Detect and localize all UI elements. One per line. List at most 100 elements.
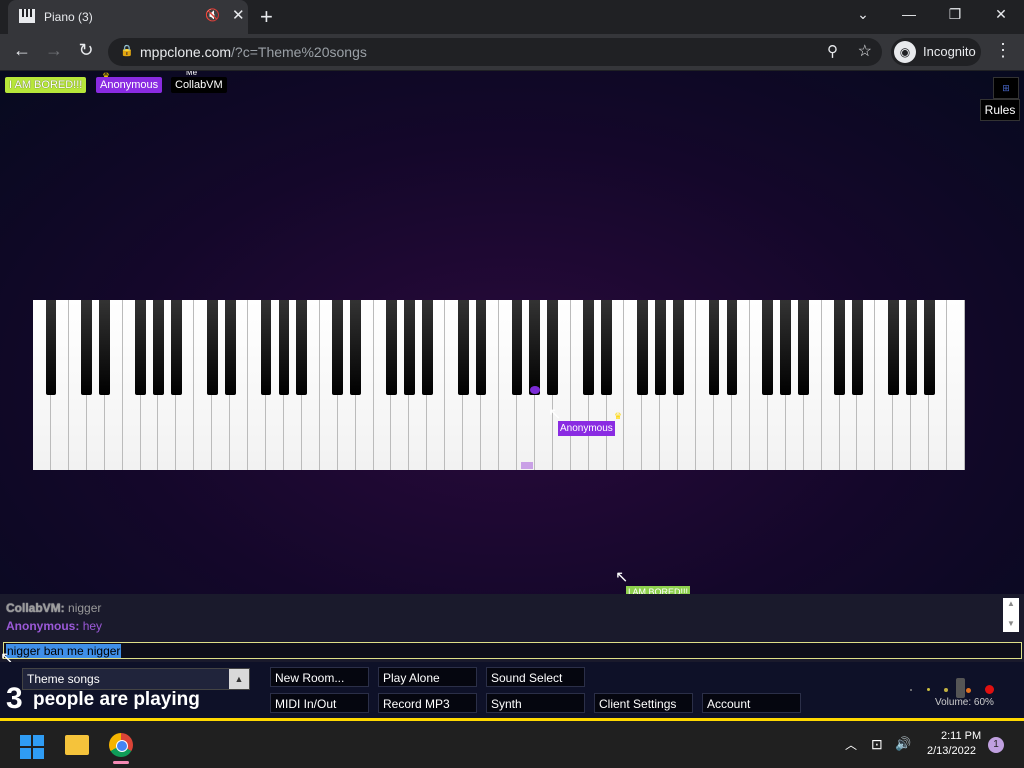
piano-black-key[interactable] <box>332 300 344 395</box>
piano-black-key[interactable] <box>708 300 720 395</box>
scroll-down-icon[interactable]: ▼ <box>1007 619 1015 628</box>
minimize-icon[interactable]: — <box>894 6 924 22</box>
incognito-icon: ◉ <box>894 41 916 63</box>
clock-date[interactable]: 2/13/2022 <box>927 745 976 757</box>
piano-black-key[interactable] <box>511 300 523 395</box>
piano-black-key[interactable] <box>762 300 774 395</box>
piano-black-key[interactable] <box>887 300 899 395</box>
piano-black-key[interactable] <box>475 300 487 395</box>
clock-time[interactable]: 2:11 PM <box>941 730 981 742</box>
windows-start-icon[interactable] <box>20 735 44 759</box>
room-select[interactable]: Theme songs ▲ <box>22 668 250 690</box>
reload-icon[interactable]: ↻ <box>73 40 99 61</box>
magnifier-icon[interactable]: ⚲ <box>827 42 838 60</box>
chat-text: nigger <box>68 601 102 615</box>
rules-button[interactable]: Rules <box>980 99 1020 121</box>
notification-badge[interactable]: 1 <box>988 737 1004 753</box>
star-icon[interactable]: ☆ <box>858 41 872 61</box>
synth-button[interactable]: Synth <box>486 693 585 713</box>
kebab-menu-icon[interactable]: ⋮ <box>994 40 1012 61</box>
piano-black-key[interactable] <box>206 300 218 395</box>
forward-arrow-icon[interactable]: → <box>41 40 67 61</box>
piano-black-key[interactable] <box>852 300 863 395</box>
client-settings-button[interactable]: Client Settings <box>594 693 693 713</box>
taskbar: ︿ ⊡ 🔊 2:11 PM 2/13/2022 1 <box>0 718 1024 768</box>
piano-black-key[interactable] <box>404 300 415 395</box>
piano-room-page: ♛ I AM BORED!!! Anonymous Me CollabVM ⊞ … <box>0 71 1024 594</box>
plus-icon[interactable]: + <box>260 4 273 30</box>
piano-white-key[interactable] <box>947 300 965 470</box>
play-alone-button[interactable]: Play Alone <box>378 667 477 687</box>
participant-tag[interactable]: CollabVM <box>171 77 227 93</box>
chat-scrollbar[interactable]: ▲ ▼ <box>1003 598 1019 632</box>
piano-icon <box>19 9 35 23</box>
grid-icon[interactable]: ⊞ <box>993 77 1019 99</box>
piano-black-key[interactable] <box>780 300 792 395</box>
key-press-indicator <box>521 462 533 469</box>
piano-black-key[interactable] <box>672 300 684 395</box>
piano-black-key[interactable] <box>45 300 57 395</box>
record-mp3-button[interactable]: Record MP3 <box>378 693 477 713</box>
people-label: people are playing <box>33 689 200 710</box>
piano-black-key[interactable] <box>547 300 559 395</box>
piano-keyboard[interactable] <box>33 300 965 470</box>
piano-black-key[interactable] <box>798 300 810 395</box>
dropdown-arrow-icon[interactable]: ▲ <box>229 669 249 689</box>
piano-black-key[interactable] <box>153 300 164 395</box>
speaker-icon[interactable]: 🔇 <box>205 8 220 22</box>
scroll-up-icon[interactable]: ▲ <box>1007 599 1015 608</box>
piano-black-key[interactable] <box>99 300 111 395</box>
participant-tag[interactable]: Anonymous <box>96 77 163 93</box>
piano-black-key[interactable] <box>923 300 935 395</box>
speaker-icon[interactable]: 🔊 <box>895 736 911 752</box>
address-bar[interactable]: 🔒 mppclone.com/?c=Theme%20songs ⚲ ☆ <box>108 38 882 66</box>
participant-tag[interactable]: I AM BORED!!! <box>5 77 87 93</box>
piano-black-key[interactable] <box>421 300 433 395</box>
restore-icon[interactable]: ❐ <box>940 6 970 23</box>
volume-label: Volume: 60% <box>935 697 994 708</box>
piano-black-key[interactable] <box>834 300 845 395</box>
piano-black-key[interactable] <box>171 300 182 395</box>
volume-slider[interactable] <box>956 678 965 698</box>
chrome-icon[interactable] <box>109 733 133 757</box>
sound-select-button[interactable]: Sound Select <box>486 667 585 687</box>
file-explorer-icon[interactable] <box>65 735 89 755</box>
tray-chevron-icon[interactable]: ︿ <box>845 736 857 753</box>
piano-black-key[interactable] <box>81 300 93 395</box>
volume-dot <box>944 688 948 692</box>
volume-dot <box>985 685 994 694</box>
window-close-icon[interactable]: ✕ <box>986 6 1016 23</box>
cursor-pointer-icon: ↖ <box>615 569 629 586</box>
close-icon[interactable]: ✕ <box>232 6 245 24</box>
piano-black-key[interactable] <box>529 300 541 395</box>
piano-black-key[interactable] <box>637 300 648 395</box>
incognito-indicator[interactable]: ◉ Incognito <box>891 38 981 66</box>
browser-tab[interactable]: Piano (3) 🔇 ✕ <box>8 0 248 34</box>
tab-search-icon[interactable]: ⌄ <box>848 6 878 23</box>
volume-dot <box>910 689 912 691</box>
account-button[interactable]: Account <box>702 693 801 713</box>
chat-panel: CollabVM: nigger Anonymous: hey ▲ ▼ nigg… <box>0 594 1024 662</box>
chat-author: CollabVM: <box>6 601 65 615</box>
midi-button[interactable]: MIDI In/Out <box>270 693 369 713</box>
room-select-value: Theme songs <box>27 672 100 686</box>
piano-black-key[interactable] <box>457 300 469 395</box>
new-room-button[interactable]: New Room... <box>270 667 369 687</box>
piano-black-key[interactable] <box>296 300 308 395</box>
piano-black-key[interactable] <box>601 300 612 395</box>
piano-black-key[interactable] <box>260 300 272 395</box>
piano-black-key[interactable] <box>583 300 594 395</box>
piano-black-key[interactable] <box>135 300 146 395</box>
piano-black-key[interactable] <box>726 300 738 395</box>
piano-black-key[interactable] <box>905 300 917 395</box>
piano-black-key[interactable] <box>386 300 397 395</box>
chat-input-value[interactable]: nigger ban me nigger <box>6 644 122 658</box>
network-icon[interactable]: ⊡ <box>871 736 883 753</box>
piano-black-key[interactable] <box>654 300 666 395</box>
piano-black-key[interactable] <box>224 300 236 395</box>
back-arrow-icon[interactable]: ← <box>9 40 35 61</box>
piano-black-key[interactable] <box>350 300 361 395</box>
lock-icon[interactable]: 🔒 <box>120 44 134 57</box>
chat-input[interactable] <box>3 642 1022 659</box>
piano-black-key[interactable] <box>278 300 290 395</box>
